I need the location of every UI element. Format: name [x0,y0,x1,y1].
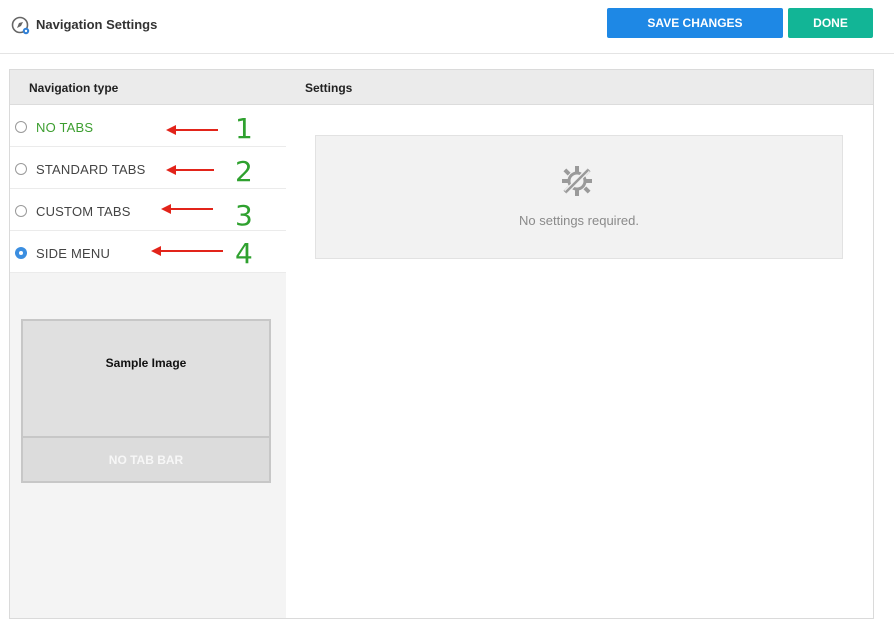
top-bar: Navigation Settings SAVE CHANGES DONE [0,0,894,54]
no-settings-text: No settings required. [519,213,639,228]
radio-standard-tabs[interactable] [15,163,27,175]
radio-side-menu[interactable] [15,247,27,259]
option-label: NO TABS [36,120,94,135]
sample-image-preview: Sample Image NO TAB BAR [21,319,271,483]
option-label: SIDE MENU [36,246,111,261]
done-button[interactable]: DONE [788,8,873,38]
compass-gear-icon [11,16,30,35]
annotation-number: 4 [235,237,253,270]
annotation-arrow-icon [151,246,223,256]
page-title: Navigation Settings [36,17,158,32]
save-changes-button[interactable]: SAVE CHANGES [607,8,783,38]
annotation-number: 2 [235,155,253,188]
option-label: CUSTOM TABS [36,204,131,219]
annotation-arrow-icon [161,204,213,214]
annotation-arrow-icon [166,125,218,135]
sample-image-title: Sample Image [105,356,187,370]
settings-empty-state: No settings required. [315,135,843,259]
tools-disabled-icon [562,166,592,196]
option-label: STANDARD TABS [36,162,146,177]
sample-tab-bar-label: NO TAB BAR [108,453,184,467]
settings-heading: Settings [305,81,353,95]
sample-tab-bar: NO TAB BAR [23,436,269,481]
radio-custom-tabs[interactable] [15,205,27,217]
annotation-number: 3 [235,199,253,232]
navigation-settings-panel: Navigation type Settings NO TABS STANDAR… [9,69,874,619]
radio-no-tabs[interactable] [15,121,27,133]
annotation-arrow-icon [166,165,214,175]
panel-header: Navigation type Settings [10,70,873,105]
navigation-type-heading: Navigation type [29,81,119,95]
annotation-number: 1 [235,112,253,145]
